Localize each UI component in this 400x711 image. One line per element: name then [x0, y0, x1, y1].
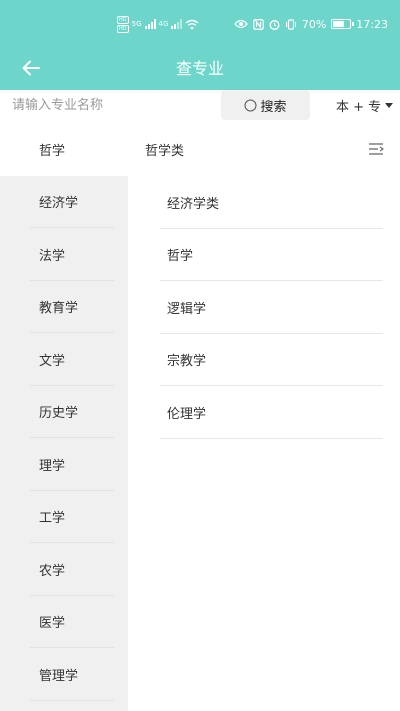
- sidebar-item[interactable]: 医学: [0, 596, 128, 649]
- sidebar-item-label: 历史学: [39, 406, 79, 422]
- sidebar-item[interactable]: 经济学: [0, 176, 128, 229]
- search-button[interactable]: 搜索: [221, 90, 310, 120]
- eye-icon: [233, 19, 248, 29]
- sidebar-item[interactable]: 历史学: [0, 386, 128, 439]
- sidebar-item-label: 法学: [39, 248, 66, 264]
- battery-icon: [331, 19, 355, 29]
- sidebar-item-label: 理学: [39, 458, 66, 474]
- sidebar-item[interactable]: 工学: [0, 491, 128, 544]
- battery-fill: [333, 21, 345, 27]
- status-left-icons: HD HD 5G 4G: [117, 15, 199, 33]
- sidebar-item[interactable]: 哲学: [0, 123, 128, 176]
- wifi-icon: [185, 19, 199, 29]
- status-right-icons: 70% 17:23: [233, 15, 388, 33]
- signal-4g-icon: [171, 19, 183, 29]
- major-list-item-label: 哲学: [167, 249, 194, 265]
- hd-label-1: HD: [117, 15, 129, 24]
- sidebar-item-label: 工学: [39, 511, 66, 527]
- discipline-sidebar: 哲学 经济学 法学 教育学 文学 历史学 理学 工学 农学 医学 管理学: [0, 123, 128, 711]
- search-bar: 搜索 本 + 专: [0, 90, 400, 123]
- sidebar-item-label: 哲学: [39, 143, 66, 159]
- hd-icon: HD HD: [117, 15, 129, 33]
- search-button-label: 搜索: [260, 99, 287, 115]
- sidebar-item[interactable]: 农学: [0, 543, 128, 596]
- category-header: 哲学类: [128, 123, 400, 176]
- network-5g-label: 5G: [131, 19, 142, 28]
- sidebar-item-label: 管理学: [39, 668, 79, 684]
- list-toggle-icon[interactable]: [368, 142, 384, 156]
- network-4g-label: 4G: [158, 19, 169, 28]
- header: HD HD 5G 4G 70% 17:23 查专业: [0, 0, 400, 90]
- sidebar-item[interactable]: 教育学: [0, 281, 128, 334]
- major-list-item[interactable]: 宗教学: [128, 334, 400, 387]
- alarm-icon: [269, 19, 280, 30]
- sidebar-item-label: 教育学: [39, 301, 79, 317]
- sidebar-item[interactable]: 法学: [0, 228, 128, 281]
- major-list-panel: 哲学类 经济学类 哲学 逻辑学 宗教学 伦理学: [128, 123, 400, 711]
- sidebar-item-label: 农学: [39, 563, 66, 579]
- signal-5g-icon: [144, 19, 156, 29]
- sidebar-item-label: 医学: [39, 616, 66, 632]
- major-list-item[interactable]: 伦理学: [128, 386, 400, 439]
- page-title: 查专业: [175, 59, 224, 78]
- major-list-item[interactable]: 哲学: [128, 229, 400, 282]
- major-list-item-label: 经济学类: [167, 196, 220, 212]
- sidebar-item[interactable]: 理学: [0, 438, 128, 491]
- sidebar-item-label: 经济学: [39, 196, 79, 212]
- major-list-item[interactable]: 逻辑学: [128, 281, 400, 334]
- app-bar: 查专业: [0, 45, 400, 90]
- level-select[interactable]: 本 + 专: [318, 90, 400, 120]
- search-input[interactable]: [12, 90, 217, 120]
- vibrate-icon: [285, 18, 296, 30]
- sidebar-item[interactable]: 管理学: [0, 648, 128, 701]
- hd-label-2: HD: [117, 24, 129, 33]
- major-list-item-label: 逻辑学: [167, 301, 207, 317]
- search-icon: [244, 99, 257, 111]
- battery-percent: 70%: [301, 17, 327, 31]
- major-list-item-label: 伦理学: [167, 406, 207, 422]
- status-bar: HD HD 5G 4G 70% 17:23: [0, 0, 400, 45]
- sidebar-item[interactable]: 文学: [0, 333, 128, 386]
- sidebar-item-label: 文学: [39, 353, 66, 369]
- caret-down-icon: [385, 102, 394, 108]
- level-select-value: 本 + 专: [336, 99, 382, 115]
- category-title: 哲学类: [145, 144, 185, 159]
- status-time: 17:23: [356, 17, 388, 31]
- major-list-item[interactable]: 经济学类: [128, 176, 400, 229]
- nfc-icon: [252, 18, 264, 30]
- major-list-item-label: 宗教学: [167, 354, 207, 370]
